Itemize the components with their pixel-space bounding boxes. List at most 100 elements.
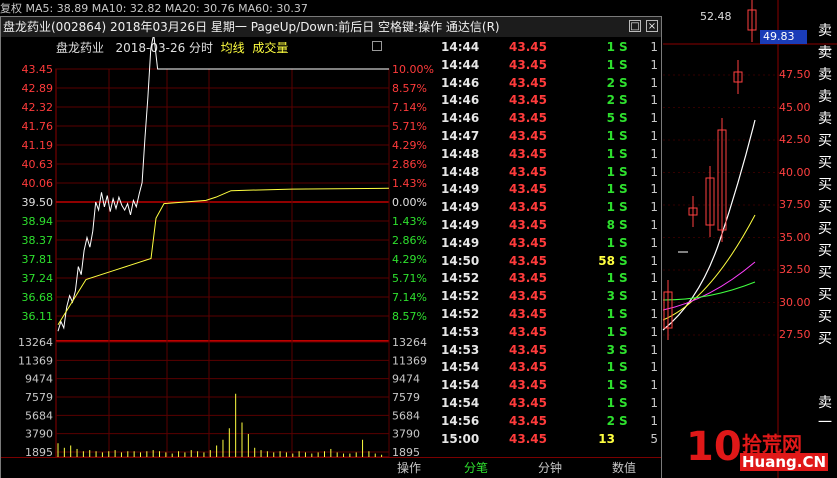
trade-count: 1	[650, 413, 658, 428]
trade-time: 14:52	[441, 289, 480, 304]
pct-axis-label: 10.00%	[392, 63, 434, 76]
intraday-chart: 43.45 10.00% 42.89 8.57% 42.32 7.14% 41.76 5.71…	[18, 37, 434, 457]
trade-count: 1	[650, 75, 658, 90]
trade-row: 14:48 43.45 1 S 1	[441, 147, 661, 164]
logo-text-en: Huang.CN	[740, 453, 829, 471]
tab-ticks[interactable]: 分笔	[464, 459, 488, 476]
volume-axis-label: 5684	[25, 409, 53, 422]
price-axis-label: 42.32	[22, 101, 54, 114]
tab-values[interactable]: 数值	[612, 459, 636, 476]
pct-axis-label: 2.86%	[392, 234, 427, 247]
trade-volume: 1	[606, 360, 615, 375]
bg-axis-label: 42.50	[779, 133, 811, 146]
trade-volume: 1	[606, 235, 615, 250]
trade-count: 1	[650, 360, 658, 375]
restore-button[interactable]: □	[629, 20, 641, 32]
trade-count: 1	[650, 164, 658, 179]
tab-operation[interactable]: 操作	[397, 459, 421, 476]
trade-time: 14:46	[441, 111, 480, 126]
volume-axis-label-right: 3790	[392, 428, 420, 441]
trade-side: S	[619, 182, 628, 197]
trade-time: 14:53	[441, 324, 480, 339]
trade-side: S	[619, 93, 628, 108]
trade-price: 43.45	[509, 413, 547, 428]
trade-count: 1	[650, 235, 658, 250]
volume-axis-label: 7579	[25, 391, 53, 404]
trade-volume: 1	[606, 146, 615, 161]
trade-time: 14:46	[441, 93, 480, 108]
trade-side: S	[619, 307, 628, 321]
trade-price: 43.45	[509, 378, 547, 393]
trade-volume: 1	[606, 182, 615, 197]
trade-time: 14:49	[441, 235, 480, 250]
trade-time: 14:49	[441, 182, 480, 197]
trade-volume: 13	[598, 431, 615, 446]
trade-price: 43.45	[509, 57, 547, 72]
trade-count: 1	[650, 146, 658, 161]
bg-axis-label: 47.50	[779, 68, 811, 81]
trade-time: 14:52	[441, 271, 480, 286]
price-axis-label: 38.37	[22, 234, 54, 247]
pct-axis-label: 1.43%	[392, 215, 427, 228]
close-button[interactable]: ×	[646, 20, 658, 32]
trade-side: S	[619, 253, 628, 268]
trade-time: 14:54	[441, 378, 480, 393]
trade-count: 1	[650, 57, 658, 72]
trade-side: S	[619, 378, 628, 393]
chart-frame	[55, 68, 390, 457]
trade-time: 14:49	[441, 218, 480, 232]
trade-side: S	[619, 40, 628, 54]
trade-volume: 1	[606, 129, 615, 143]
price-axis-label: 41.19	[22, 139, 54, 152]
trade-time: 14:48	[441, 164, 480, 179]
trade-row: 14:52 43.45 1 S 1	[441, 307, 661, 324]
price-axis-label: 36.68	[22, 291, 54, 304]
price-line	[57, 37, 389, 332]
trade-price: 43.45	[509, 164, 547, 179]
trade-row: 14:53 43.45 1 S 1	[441, 325, 661, 342]
price-axis-label: 36.11	[22, 310, 54, 323]
order-book-label: 卖一	[818, 395, 832, 431]
window-title-bar[interactable]: 盘龙药业(002864) 2018年03月26日 星期一 PageUp/Down…	[1, 17, 661, 37]
order-book-label: 买	[818, 287, 832, 303]
volume-axis-label: 13264	[18, 336, 53, 349]
price-axis-label: 40.06	[22, 177, 54, 190]
price-axis-label: 37.24	[22, 272, 54, 285]
price-axis-label: 39.50	[22, 196, 54, 209]
trade-price: 43.45	[509, 235, 547, 250]
price-axis-label: 40.63	[22, 158, 54, 171]
bg-axis-label: 37.50	[779, 198, 811, 211]
trade-count: 1	[650, 40, 658, 54]
trade-volume: 1	[606, 271, 615, 286]
trade-side: S	[619, 289, 628, 304]
trade-volume: 1	[606, 307, 615, 321]
trade-price: 43.45	[509, 253, 547, 268]
trade-side: S	[619, 271, 628, 286]
order-book-label: 买	[818, 221, 832, 237]
volume-axis-label-right: 13264	[392, 336, 427, 349]
trade-row: 15:00 43.45 13 5	[441, 432, 661, 449]
intraday-detail-window[interactable]: 盘龙药业(002864) 2018年03月26日 星期一 PageUp/Down…	[0, 16, 662, 478]
trade-side: S	[619, 235, 628, 250]
trade-volume: 3	[606, 342, 615, 357]
trade-row: 14:49 43.45 1 S 1	[441, 200, 661, 217]
trade-row: 14:46 43.45 5 S 1	[441, 111, 661, 128]
bg-axis-label: 27.50	[779, 328, 811, 341]
volume-axis-label-right: 1895	[392, 446, 420, 457]
trade-side: S	[619, 200, 628, 215]
trade-price: 43.45	[509, 324, 547, 339]
price-axis-label: 38.94	[22, 215, 54, 228]
bg-axis-label: 35.00	[779, 230, 811, 244]
trade-side: S	[619, 129, 628, 143]
trade-count: 1	[650, 200, 658, 215]
trade-time: 14:48	[441, 146, 480, 161]
tab-minute[interactable]: 分钟	[538, 459, 562, 476]
bg-axis-label: 32.50	[779, 263, 811, 276]
bottom-tab-bar: 操作 分笔 分钟 数值	[1, 457, 661, 478]
ma-indicator-line: 复权 MA5: 38.89 MA10: 32.82 MA20: 30.76 MA…	[0, 2, 308, 15]
price-tag-current: 49.83	[760, 30, 807, 44]
trade-count: 1	[650, 111, 658, 126]
volume-axis-label-right: 7579	[392, 391, 420, 404]
trade-price: 43.45	[509, 75, 547, 90]
trade-time: 14:53	[441, 342, 480, 357]
